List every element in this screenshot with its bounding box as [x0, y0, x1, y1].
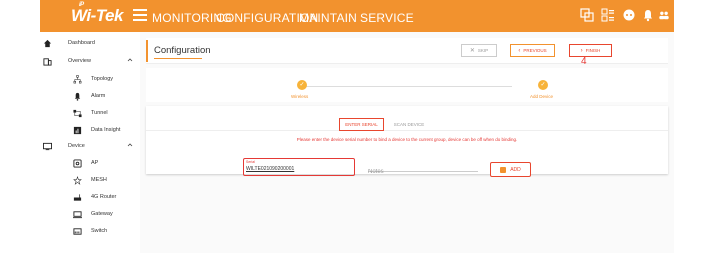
sidebar-item-label: Data Insight	[91, 127, 121, 133]
ap-icon	[73, 159, 82, 168]
topology-icon	[73, 75, 82, 84]
add-button[interactable]: ADD	[490, 162, 531, 177]
chevron-up-icon[interactable]	[127, 57, 133, 63]
sidebar-item-alarm[interactable]: Alarm	[40, 89, 140, 105]
app-frame: Wi-Tek iP MONITORING CONFIGURATION MAINT…	[40, 0, 674, 253]
chevron-left-icon: ‹	[518, 47, 521, 54]
switch-icon	[73, 228, 82, 235]
step-connector	[302, 86, 512, 87]
building-icon	[43, 58, 52, 66]
sidebar-item-label: Overview	[68, 58, 91, 64]
step-label-add-device: Add Device	[530, 94, 554, 99]
title-underline	[154, 58, 202, 59]
tab-scan-device[interactable]: SCAN DEVICE	[389, 118, 429, 131]
logo-sup: iP	[79, 2, 84, 8]
nav-maintain[interactable]: MAINTAIN	[299, 11, 357, 25]
menu-toggle-icon[interactable]	[133, 9, 147, 21]
serial-field-caption: Serial	[246, 160, 255, 164]
nav-service[interactable]: SERVICE	[360, 11, 414, 25]
sidebar-item-tunnel[interactable]: Tunnel	[40, 106, 140, 122]
header-accent-bar	[146, 40, 148, 62]
serial-input[interactable]	[246, 166, 346, 172]
step-label-wireless: Wireless	[291, 94, 309, 99]
sidebar-item-label: Gateway	[91, 211, 113, 217]
callout-4: 4	[581, 56, 587, 67]
apps-icon[interactable]	[601, 8, 615, 22]
sidebar-item-dashboard[interactable]: Dashboard	[40, 36, 140, 52]
wizard-steps: ✓ Wireless ✓ Add Device	[146, 68, 668, 102]
serial-field[interactable]: Serial	[243, 158, 355, 176]
notes-input[interactable]	[368, 169, 478, 175]
sidebar-item-gateway[interactable]: Gateway	[40, 207, 140, 223]
sidebar-item-switch[interactable]: Switch	[40, 224, 140, 240]
sidebar-item-label: Topology	[91, 76, 114, 82]
sidebar-item-overview[interactable]: Overview	[40, 54, 140, 70]
chat-icon[interactable]	[622, 8, 636, 22]
sidebar-item-label: Switch	[91, 228, 108, 234]
step-done-check-icon: ✓	[297, 80, 307, 90]
brand-logo[interactable]: Wi-Tek iP	[71, 2, 123, 26]
sidebar-item-ap[interactable]: AP	[40, 156, 140, 172]
save-icon	[500, 166, 507, 173]
finish-button[interactable]: › FINISH	[569, 44, 612, 57]
alarm-bell-icon	[74, 92, 81, 101]
sidebar-item-4g-router[interactable]: 4G Router	[40, 190, 140, 206]
sidebar-item-label: Alarm	[91, 93, 106, 99]
step-done-check-icon: ✓	[538, 80, 548, 90]
previous-button[interactable]: ‹ PREVIOUS	[510, 44, 555, 57]
close-icon: ✕	[469, 48, 475, 54]
sidebar-item-mesh[interactable]: MESH	[40, 173, 140, 189]
page-title: Configuration	[154, 45, 211, 56]
mesh-icon	[73, 176, 82, 185]
data-insight-icon	[73, 126, 82, 135]
finish-label: FINISH	[585, 48, 601, 53]
gateway-icon	[73, 211, 82, 219]
home-icon	[43, 39, 52, 48]
top-bar: Wi-Tek iP MONITORING CONFIGURATION MAINT…	[40, 0, 674, 32]
tunnel-icon	[73, 109, 82, 118]
sidebar-item-label: Dashboard	[68, 40, 95, 46]
sidebar-item-data-insight[interactable]: Data Insight	[40, 123, 140, 139]
sidebar-item-label: Device	[68, 143, 85, 149]
monitor-icon	[43, 142, 52, 151]
router-icon	[73, 194, 82, 201]
sidebar-item-device[interactable]: Device	[40, 139, 140, 155]
sidebar-item-label: Tunnel	[91, 110, 108, 116]
notes-field[interactable]	[368, 160, 478, 175]
translate-icon[interactable]	[580, 8, 594, 22]
serial-hint-text: Please enter the device serial number to…	[296, 137, 518, 142]
skip-label: SKIP	[477, 48, 489, 53]
skip-button[interactable]: ✕ SKIP	[461, 44, 497, 57]
sidebar-item-topology[interactable]: Topology	[40, 72, 140, 88]
form-tabs: ENTER SERIAL SCAN DEVICE	[146, 118, 668, 131]
chevron-up-icon[interactable]	[127, 142, 133, 148]
group-icon[interactable]	[658, 8, 670, 22]
page-header: Configuration ✕ SKIP ‹ PREVIOUS › FINISH	[146, 38, 668, 64]
chevron-right-icon: ›	[580, 47, 583, 54]
sidebar-item-label: MESH	[91, 177, 107, 183]
previous-label: PREVIOUS	[523, 48, 547, 53]
sidebar-item-label: 4G Router	[91, 194, 117, 200]
sidebar-item-label: AP	[91, 160, 99, 166]
bell-icon[interactable]	[641, 8, 655, 22]
sidebar: Dashboard Overview Topology Alarm Tunnel…	[40, 32, 140, 253]
tab-enter-serial[interactable]: ENTER SERIAL	[339, 118, 384, 131]
add-label: ADD	[510, 166, 521, 173]
